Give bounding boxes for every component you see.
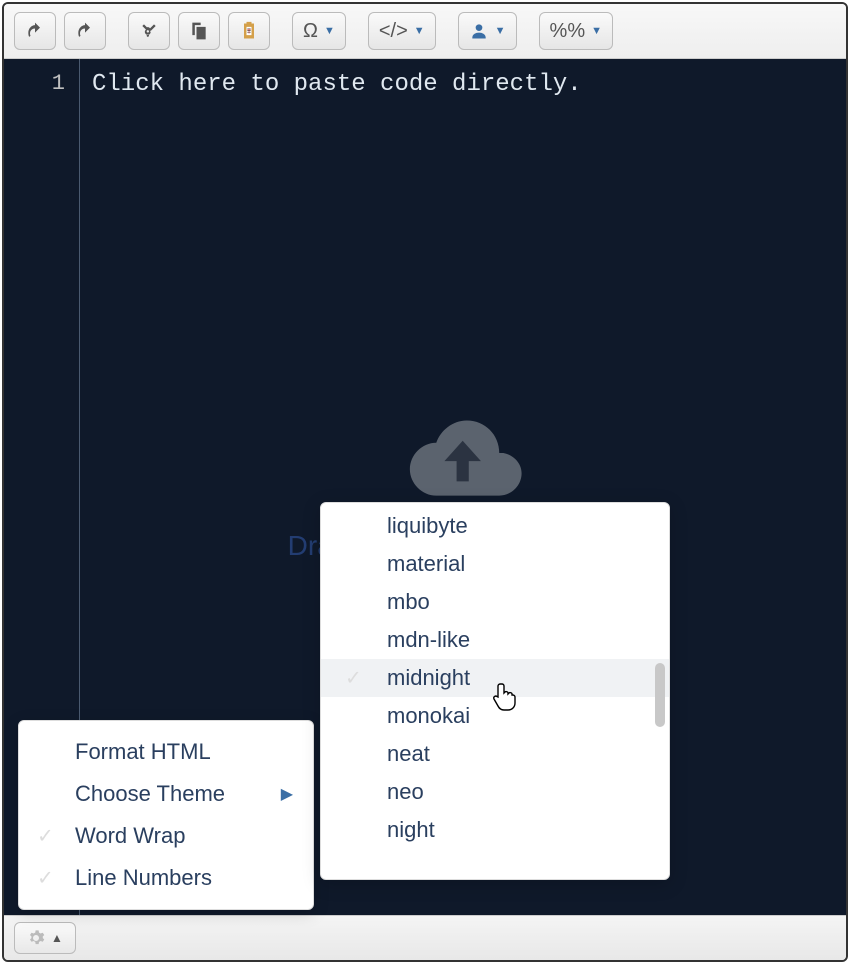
theme-label: liquibyte xyxy=(387,513,468,538)
cut-button[interactable] xyxy=(128,12,170,50)
theme-submenu: liquibyte material mbo mdn-like ✓ midnigh… xyxy=(320,502,670,880)
redo-button[interactable] xyxy=(64,12,106,50)
toolbar: T Ω ▼ </> ▼ ▼ %% ▼ xyxy=(4,4,846,59)
theme-option-midnight[interactable]: ✓ midnight xyxy=(321,659,669,697)
theme-option-neo[interactable]: neo xyxy=(321,773,669,811)
caret-down-icon: ▼ xyxy=(324,25,335,37)
menu-item-label: Choose Theme xyxy=(75,781,225,807)
settings-menu: Format HTML Choose Theme ▶ ✓ Word Wrap ✓… xyxy=(18,720,314,910)
copy-button[interactable] xyxy=(178,12,220,50)
menu-line-numbers[interactable]: ✓ Line Numbers xyxy=(19,857,313,899)
special-char-button[interactable]: Ω ▼ xyxy=(292,12,346,50)
triangle-up-icon: ▲ xyxy=(51,931,63,945)
undo-icon xyxy=(25,21,45,41)
variables-button[interactable]: %% ▼ xyxy=(539,12,613,50)
line-number: 1 xyxy=(4,71,65,96)
theme-option-night[interactable]: night xyxy=(321,811,669,849)
theme-option-monokai[interactable]: monokai xyxy=(321,697,669,735)
gear-icon xyxy=(27,929,45,947)
cloud-upload-icon xyxy=(398,412,528,502)
redo-icon xyxy=(75,21,95,41)
menu-format-html[interactable]: Format HTML xyxy=(19,731,313,773)
theme-label: midnight xyxy=(387,665,470,690)
check-icon: ✓ xyxy=(37,866,54,891)
check-icon: ✓ xyxy=(345,666,362,691)
theme-option-mbo[interactable]: mbo xyxy=(321,583,669,621)
theme-label: neat xyxy=(387,741,430,766)
menu-item-label: Format HTML xyxy=(75,739,211,765)
theme-label: monokai xyxy=(387,703,470,728)
footer: ▲ xyxy=(4,915,846,960)
submenu-arrow-icon: ▶ xyxy=(281,784,293,804)
paste-button[interactable]: T xyxy=(228,12,270,50)
menu-item-label: Line Numbers xyxy=(75,865,212,891)
theme-label: mdn-like xyxy=(387,627,470,652)
caret-down-icon: ▼ xyxy=(591,25,602,37)
omega-icon: Ω xyxy=(303,20,318,43)
editor-placeholder: Click here to paste code directly. xyxy=(92,71,582,98)
check-icon: ✓ xyxy=(37,824,54,849)
theme-label: neo xyxy=(387,779,424,804)
insert-code-button[interactable]: </> ▼ xyxy=(368,12,436,50)
undo-button[interactable] xyxy=(14,12,56,50)
theme-option-liquibyte[interactable]: liquibyte xyxy=(321,507,669,545)
theme-label: night xyxy=(387,817,435,842)
scissors-icon xyxy=(139,21,159,41)
theme-label: material xyxy=(387,551,465,576)
theme-option-material[interactable]: material xyxy=(321,545,669,583)
user-icon xyxy=(469,21,489,41)
percent-icon: %% xyxy=(550,20,586,43)
theme-option-mdn-like[interactable]: mdn-like xyxy=(321,621,669,659)
menu-choose-theme[interactable]: Choose Theme ▶ xyxy=(19,773,313,815)
theme-label: mbo xyxy=(387,589,430,614)
paste-icon: T xyxy=(239,21,259,41)
svg-text:T: T xyxy=(247,29,251,36)
theme-option-neat[interactable]: neat xyxy=(321,735,669,773)
caret-down-icon: ▼ xyxy=(495,25,506,37)
code-icon: </> xyxy=(379,20,408,43)
menu-item-label: Word Wrap xyxy=(75,823,185,849)
caret-down-icon: ▼ xyxy=(414,25,425,37)
copy-icon xyxy=(189,21,209,41)
menu-word-wrap[interactable]: ✓ Word Wrap xyxy=(19,815,313,857)
user-button[interactable]: ▼ xyxy=(458,12,517,50)
settings-button[interactable]: ▲ xyxy=(14,922,76,954)
scrollbar-thumb[interactable] xyxy=(655,663,665,727)
